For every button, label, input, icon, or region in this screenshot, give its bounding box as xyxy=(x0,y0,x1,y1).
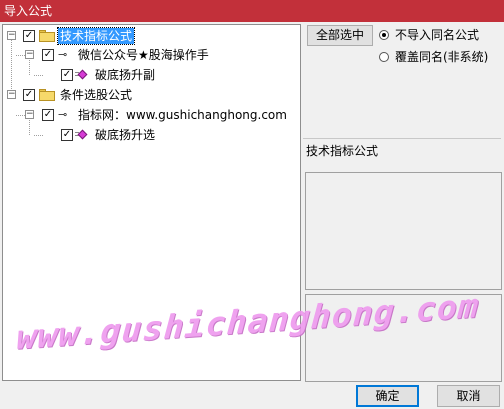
radio-selected[interactable] xyxy=(379,30,389,40)
description-box xyxy=(305,172,502,290)
checkbox[interactable]: ✓ xyxy=(23,30,35,42)
overwrite-duplicates-option[interactable]: 覆盖同名(非系统) xyxy=(379,49,503,65)
tree-node-stock-screening-formulas[interactable]: − ✓ 条件选股公式 xyxy=(3,87,203,103)
cancel-button[interactable]: 取消 xyxy=(437,385,500,407)
collapse-toggle[interactable]: − xyxy=(7,90,16,99)
tree-node-label: 条件选股公式 xyxy=(60,88,133,102)
tree-node-label: 技术指标公式 xyxy=(56,27,136,45)
folder-icon xyxy=(39,89,55,101)
ok-button[interactable]: 确定 xyxy=(356,385,419,407)
collapse-toggle[interactable]: − xyxy=(25,50,34,59)
tree-node-label: 破底扬升选 xyxy=(95,128,156,142)
select-all-button[interactable]: 全部选中 xyxy=(307,25,373,46)
option-label: 不导入同名公式 xyxy=(395,28,480,42)
preview-box xyxy=(305,294,502,382)
window-title: 导入公式 xyxy=(0,0,504,22)
formula-icon xyxy=(75,129,88,141)
collapse-toggle[interactable]: − xyxy=(25,110,34,119)
tree-node-formula-select[interactable]: ✓ 破底扬升选 xyxy=(3,127,203,143)
checkbox[interactable]: ✓ xyxy=(23,89,35,101)
tree-node-label: 破底扬升副 xyxy=(95,68,156,82)
tree-node-technical-formulas[interactable]: − ✓ 技术指标公式 xyxy=(3,27,203,45)
skip-duplicates-option[interactable]: 不导入同名公式 xyxy=(379,27,503,43)
tree-node-label: 指标网：www.gushichanghong.com xyxy=(78,108,287,122)
tree-node-formula-sub[interactable]: ✓ 破底扬升副 xyxy=(3,67,203,83)
tree-node-indicator-site[interactable]: − ✓ ⊸ 指标网：www.gushichanghong.com xyxy=(3,107,299,123)
checkbox[interactable]: ✓ xyxy=(42,49,54,61)
formula-type-label: 技术指标公式 xyxy=(306,144,379,158)
folder-icon xyxy=(39,30,55,42)
checkbox[interactable]: ✓ xyxy=(61,129,73,141)
collapse-toggle[interactable]: − xyxy=(7,31,16,40)
divider xyxy=(303,138,501,139)
key-icon: ⊸ xyxy=(58,108,68,121)
key-icon: ⊸ xyxy=(58,48,68,61)
radio-unselected[interactable] xyxy=(379,52,389,62)
checkbox[interactable]: ✓ xyxy=(42,109,54,121)
tree-node-wechat-account[interactable]: − ✓ ⊸ 微信公众号★股海操作手 xyxy=(3,47,293,63)
option-label: 覆盖同名(非系统) xyxy=(395,50,489,64)
tree-node-label: 微信公众号★股海操作手 xyxy=(78,48,209,62)
formula-tree[interactable]: − ✓ 技术指标公式 − ✓ ⊸ 微信公众号★股海操作手 ✓ 破底扬升副 − ✓… xyxy=(2,24,301,381)
checkbox[interactable]: ✓ xyxy=(61,69,73,81)
formula-icon xyxy=(75,69,88,81)
